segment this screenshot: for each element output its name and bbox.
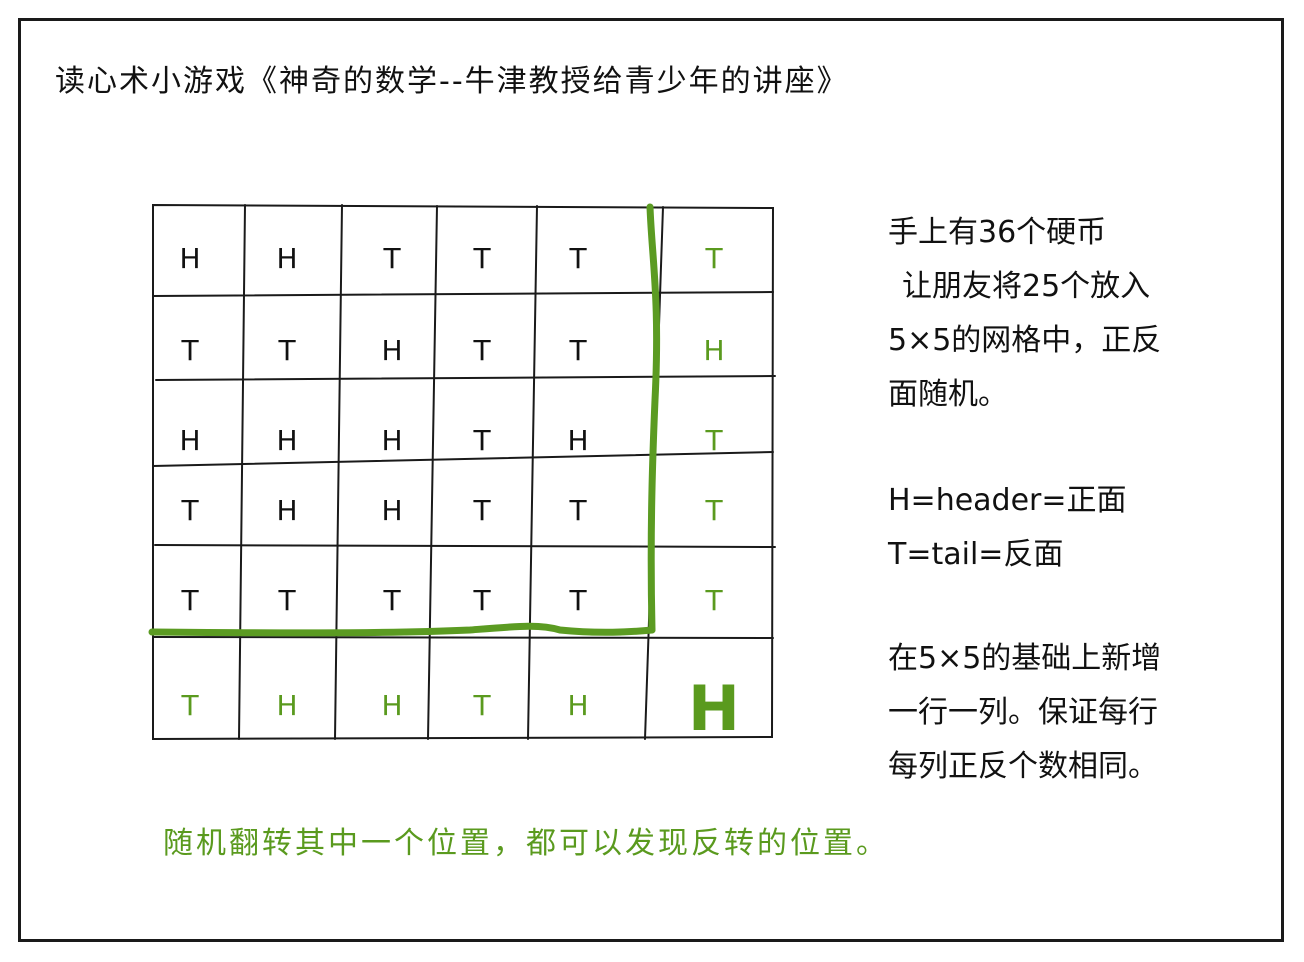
coin-cell: T [472, 424, 491, 457]
coin-cell: H [381, 689, 402, 722]
coin-cell: T [472, 494, 491, 527]
coin-cell: T [382, 242, 401, 275]
coin-cell: T [180, 494, 199, 527]
parity-col-line [646, 203, 661, 634]
coin-cell: H [276, 242, 297, 275]
coin-cell: T [277, 334, 296, 367]
coin-cell: H [179, 424, 200, 457]
grid-hline [152, 291, 774, 297]
legend-tails: T=tail=反面 [888, 537, 1064, 572]
coin-cell: T [277, 584, 296, 617]
legend-block: H=header=正面 T=tail=反面 [888, 474, 1248, 582]
legend-heads: H=header=正面 [888, 483, 1127, 518]
coin-cell: H [381, 334, 402, 367]
parity-row-line [148, 622, 656, 637]
coin-cell: H [276, 494, 297, 527]
coin-cell: T [704, 424, 723, 457]
grid-vline [527, 205, 538, 740]
coin-cell: H [381, 424, 402, 457]
grid-lines [152, 203, 776, 741]
coin-cell: T [568, 494, 587, 527]
coin-cell: H [703, 334, 724, 367]
coin-cell: T [180, 689, 199, 722]
grid-hline [152, 636, 774, 639]
coin-cell: T [568, 334, 587, 367]
grid-hline [154, 544, 776, 548]
grid-vline [238, 204, 246, 740]
parity-line: 每列正反个数相同。 [888, 749, 1158, 784]
coin-cell: T [472, 334, 491, 367]
parity-line: 在5×5的基础上新增 [888, 641, 1162, 676]
coin-cell: H [276, 689, 297, 722]
parity-line: 一行一列。保证每行 [888, 695, 1158, 730]
coin-cell: H [567, 689, 588, 722]
coin-cell: T [180, 584, 199, 617]
coin-cell: T [180, 334, 199, 367]
instructions-block: 手上有36个硬币 让朋友将25个放入 5×5的网格中，正反 面随机。 [888, 206, 1248, 422]
grid-hline [155, 375, 776, 381]
instruction-line: 5×5的网格中，正反 [888, 323, 1162, 358]
instruction-line: 让朋友将25个放入 [902, 269, 1151, 304]
coin-cell: H [381, 494, 402, 527]
coin-cell: H [567, 424, 588, 457]
footer-note: 随机翻转其中一个位置，都可以发现反转的位置。 [163, 826, 889, 861]
grid-outer-border [152, 203, 775, 741]
coin-cell: T [472, 584, 491, 617]
coin-cell: H [276, 424, 297, 457]
coin-cell: T [472, 689, 491, 722]
coin-cell: T [472, 242, 491, 275]
coin-cell: T [382, 584, 401, 617]
grid-hline [152, 451, 774, 467]
parity-explanation: 在5×5的基础上新增 一行一列。保证每行 每列正反个数相同。 [888, 632, 1248, 794]
coin-cell: T [704, 242, 723, 275]
instruction-line: 面随机。 [888, 377, 1008, 412]
coin-cell: T [568, 242, 587, 275]
coin-cell: T [704, 494, 723, 527]
instruction-line: 手上有36个硬币 [888, 215, 1107, 250]
grid-vline [334, 204, 343, 740]
grid-vline [427, 205, 438, 740]
coin-cell: T [568, 584, 587, 617]
flipped-coin-cell: H [688, 672, 740, 745]
coin-cell: H [179, 242, 200, 275]
coin-cell: T [704, 584, 723, 617]
